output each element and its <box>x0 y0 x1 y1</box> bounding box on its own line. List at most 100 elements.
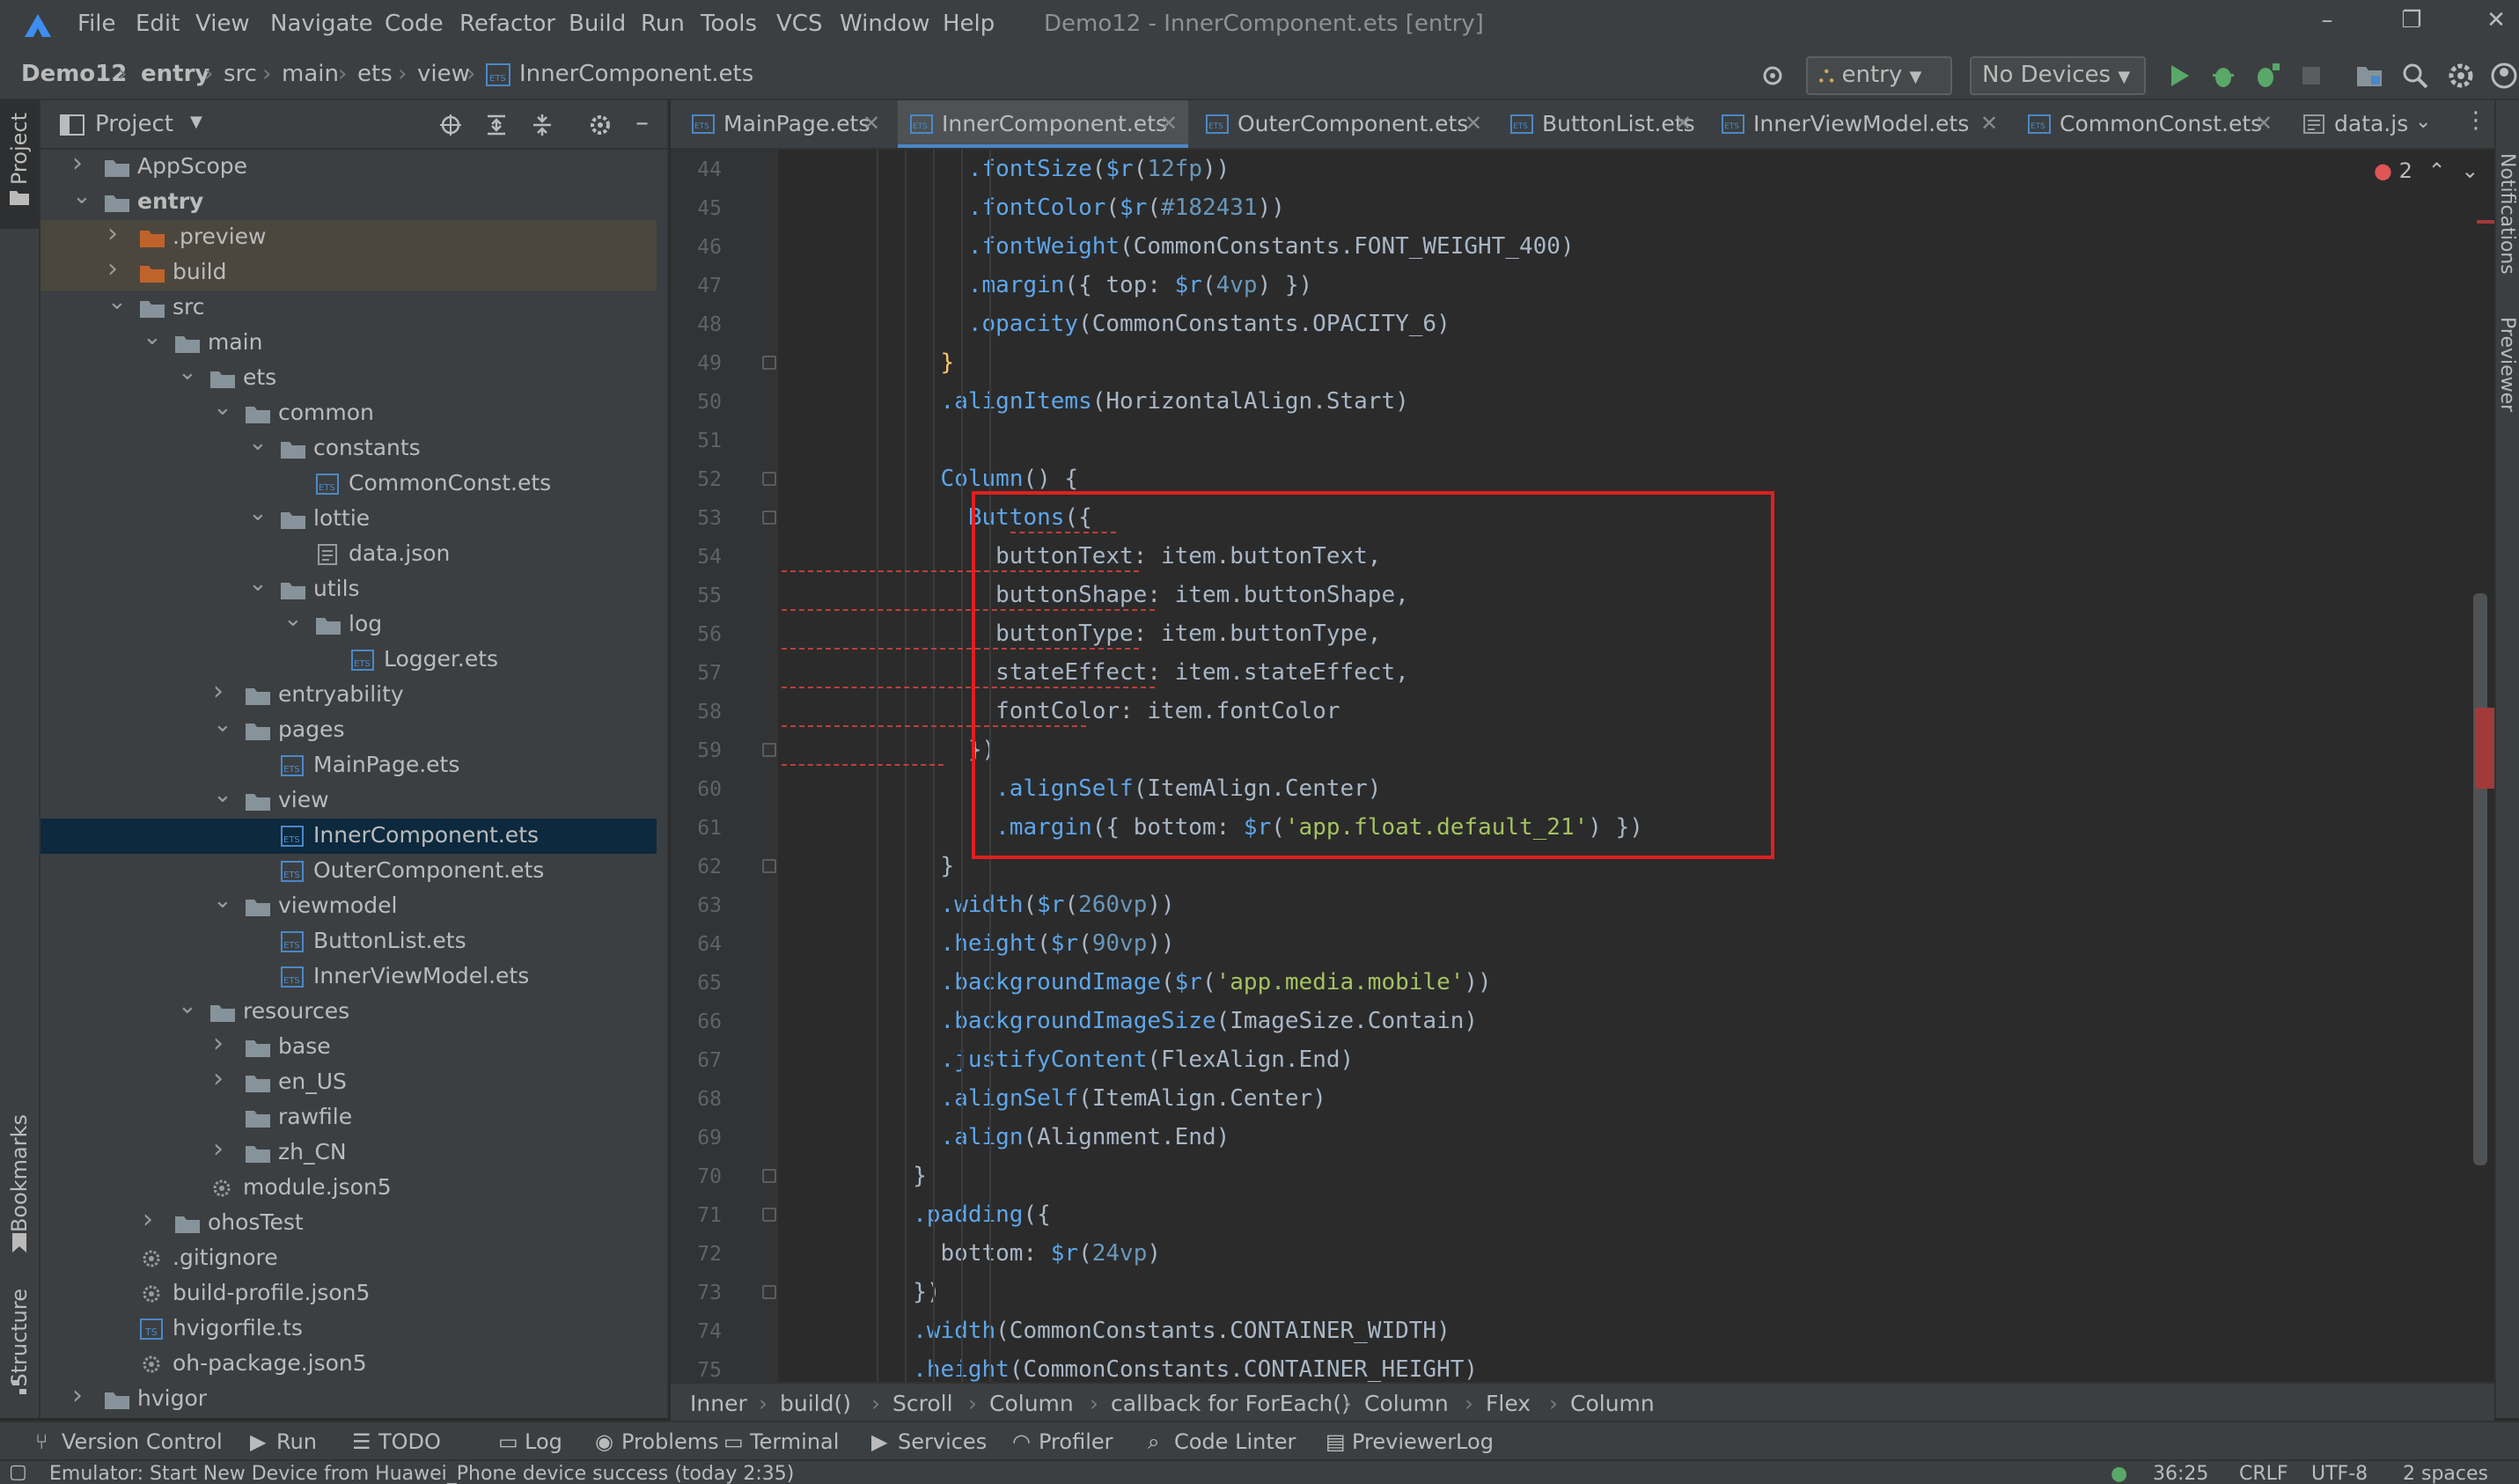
tree-item-build[interactable]: › build <box>40 253 657 290</box>
breadcrumb-project[interactable]: Demo12 <box>21 61 127 87</box>
restore-icon[interactable]: ❐ <box>2385 7 2438 42</box>
tool-window-tab[interactable]: Terminal <box>750 1429 839 1454</box>
tree-item-lottie[interactable]: ⌄ lottie <box>40 500 657 537</box>
close-tab-icon[interactable]: ✕ <box>1465 111 1482 136</box>
close-window-icon[interactable]: ✕ <box>2470 7 2519 42</box>
code-line[interactable]: .alignSelf(ItemAlign.Center) <box>803 1079 1326 1118</box>
code-line[interactable]: .padding({ <box>803 1195 1051 1234</box>
editor-tab[interactable]: data.js <box>2290 100 2466 148</box>
caret-position[interactable]: 36:25 <box>2153 1463 2208 1484</box>
tree-item-ohostest[interactable]: › ohosTest <box>40 1204 657 1241</box>
tree-item-utils[interactable]: ⌄ utils <box>40 570 657 607</box>
stop-icon[interactable] <box>2295 60 2327 92</box>
chevron-right-icon[interactable]: › <box>213 1063 232 1094</box>
code-line[interactable]: } <box>803 1157 927 1195</box>
tool-window-tab[interactable]: Profiler <box>1039 1429 1113 1454</box>
breadcrumb-view[interactable]: view <box>417 61 470 87</box>
status-window-icon[interactable]: ▢ <box>9 1461 27 1483</box>
tree-item-data-json[interactable]: data.json <box>40 537 657 572</box>
tool-window-tab[interactable]: Version Control <box>62 1429 223 1454</box>
device-select[interactable]: No Devices ▼ <box>1970 56 2146 95</box>
menu-navigate[interactable]: Navigate <box>270 11 373 37</box>
panel-settings-gear-icon[interactable] <box>588 113 613 137</box>
menu-run[interactable]: Run <box>641 11 685 37</box>
breadcrumb-entry[interactable]: entry <box>141 61 209 87</box>
close-tab-icon[interactable]: ✕ <box>1674 111 1692 136</box>
collapse-all-icon[interactable] <box>530 113 554 137</box>
error-stripe-marker[interactable] <box>2477 220 2494 224</box>
tree-item-view[interactable]: ⌄ view <box>40 782 657 819</box>
hide-panel-icon[interactable]: – <box>635 107 649 138</box>
code-line[interactable]: .fontWeight(CommonConstants.FONT_WEIGHT_… <box>803 227 1575 266</box>
tree-item-rawfile[interactable]: rawfile <box>40 1100 657 1135</box>
tree-item-module-json5[interactable]: module.json5 <box>40 1171 657 1206</box>
menu-help[interactable]: Help <box>943 11 995 37</box>
code-line[interactable]: } <box>803 847 955 885</box>
project-panel-title[interactable]: Project <box>95 111 173 137</box>
tree-item-log[interactable]: ⌄ log <box>40 606 657 643</box>
chevron-right-icon[interactable]: › <box>213 1028 232 1059</box>
chevron-down-icon[interactable]: ▼ <box>190 113 202 131</box>
file-encoding[interactable]: UTF-8 <box>2311 1463 2368 1484</box>
previewer-tool-tab[interactable]: Previewer <box>2496 317 2518 412</box>
editor-more-icon[interactable]: ⋮ <box>2464 107 2487 134</box>
tree-item-commonconst-ets[interactable]: ETS CommonConst.ets <box>40 467 657 502</box>
chevron-right-icon[interactable]: › <box>143 1204 162 1235</box>
code-breadcrumb-item[interactable]: build() <box>780 1391 851 1416</box>
tree-item-preview[interactable]: › .preview <box>40 218 657 255</box>
chevron-down-icon[interactable]: ⌄ <box>213 711 232 738</box>
breadcrumb-main[interactable]: main <box>282 61 339 87</box>
error-stripe-marker[interactable] <box>2475 708 2494 789</box>
debug-icon[interactable] <box>2207 60 2239 92</box>
editor-tab[interactable]: ETS OuterComponent.ets ✕ <box>1193 100 1493 148</box>
menu-code[interactable]: Code <box>385 11 444 37</box>
code-breadcrumb-item[interactable]: callback for ForEach() <box>1111 1391 1350 1416</box>
chevron-down-icon[interactable]: ⌄ <box>72 183 92 209</box>
chevron-right-icon[interactable]: › <box>213 676 232 707</box>
notifications-tool-tab[interactable]: Notifications <box>2496 153 2518 275</box>
code-breadcrumb-item[interactable]: Column <box>989 1391 1074 1416</box>
indent-setting[interactable]: 2 spaces <box>2403 1463 2488 1484</box>
code-line[interactable]: .justifyContent(FlexAlign.End) <box>803 1040 1355 1079</box>
breadcrumb-src[interactable]: src <box>224 61 257 87</box>
tree-item-en-us[interactable]: › en_US <box>40 1063 657 1100</box>
status-message[interactable]: Emulator: Start New Device from Huawei_P… <box>49 1463 794 1484</box>
project-structure-icon[interactable] <box>2354 60 2385 92</box>
tree-item-common[interactable]: ⌄ common <box>40 394 657 431</box>
menu-edit[interactable]: Edit <box>136 11 180 37</box>
menu-build[interactable]: Build <box>569 11 626 37</box>
code-line[interactable]: .fontColor($r(#182431)) <box>803 188 1285 227</box>
close-tab-icon[interactable]: ✕ <box>1980 111 1998 136</box>
tool-window-tab[interactable]: Code Linter <box>1174 1429 1296 1454</box>
error-indicator[interactable]: ● 2 ⌃ ⌄ <box>2374 158 2479 183</box>
tree-item-outercomponent-ets[interactable]: ETS OuterComponent.ets <box>40 854 657 889</box>
account-icon[interactable] <box>2489 60 2519 92</box>
search-icon[interactable] <box>2399 60 2431 92</box>
chevron-right-icon[interactable]: › <box>72 1380 92 1411</box>
tree-item-zh-cn[interactable]: › zh_CN <box>40 1134 657 1171</box>
code-breadcrumb-item[interactable]: Inner <box>690 1391 747 1416</box>
breadcrumb-ets[interactable]: ets <box>357 61 393 87</box>
chevron-down-icon[interactable]: ⌄ <box>248 430 268 456</box>
chevron-down-icon[interactable]: ⌄ <box>178 359 197 386</box>
target-icon[interactable] <box>1757 60 1788 92</box>
tree-item-oh-package-json5[interactable]: oh-package.json5 <box>40 1347 657 1382</box>
tree-item-base[interactable]: › base <box>40 1028 657 1065</box>
tree-item-appscope[interactable]: › AppScope <box>40 148 657 185</box>
chevron-right-icon[interactable]: › <box>107 253 127 284</box>
code-line[interactable]: .opacity(CommonConstants.OPACITY_6) <box>803 305 1450 343</box>
tree-item-innerviewmodel-ets[interactable]: ETS InnerViewModel.ets <box>40 959 657 995</box>
breadcrumb-file[interactable]: InnerComponent.ets <box>519 61 753 87</box>
next-error-icon[interactable]: ⌄ <box>2461 158 2479 183</box>
settings-gear-icon[interactable] <box>2445 60 2477 92</box>
chevron-down-icon[interactable]: ⌄ <box>178 993 197 1019</box>
tree-item-resources[interactable]: ⌄ resources <box>40 993 657 1030</box>
editor-tab[interactable]: ETS ButtonList.ets ✕ <box>1498 100 1702 148</box>
tool-window-tab[interactable]: Problems <box>621 1429 719 1454</box>
tool-window-tab[interactable]: PreviewerLog <box>1352 1429 1494 1454</box>
tool-window-tab[interactable]: Run <box>276 1429 317 1454</box>
tree-item-entryability[interactable]: › entryability <box>40 676 657 713</box>
editor-tab[interactable]: ETS InnerComponent.ets ✕ <box>898 100 1188 148</box>
bookmarks-tool-tab[interactable]: Bookmarks <box>7 1114 32 1232</box>
module-select[interactable]: ⛬ entry ▼ <box>1806 56 1952 95</box>
